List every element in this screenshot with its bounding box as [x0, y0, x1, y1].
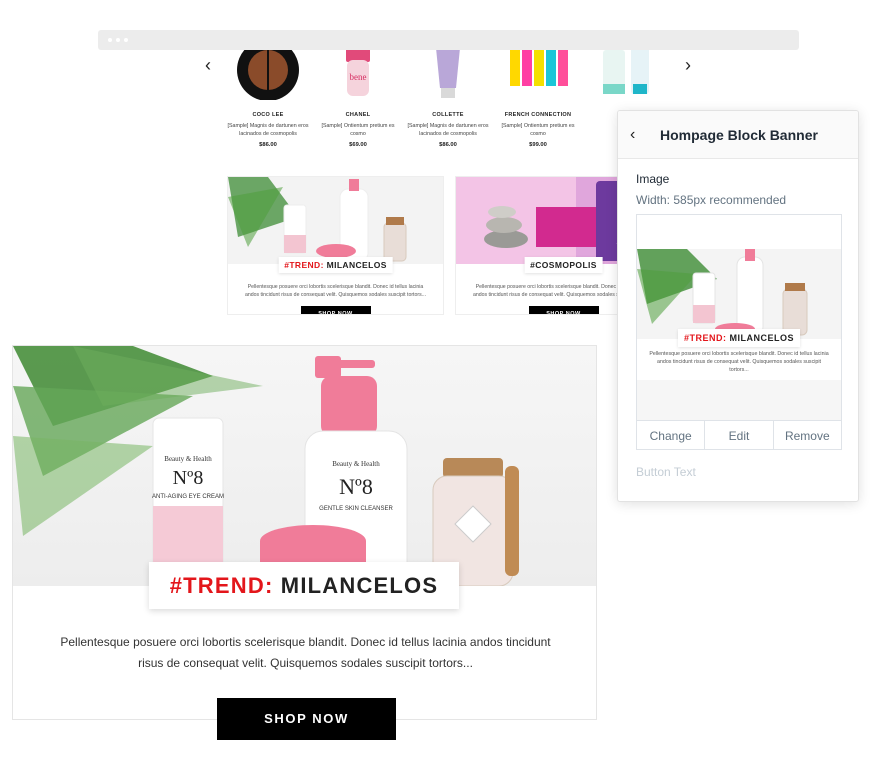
product-brand: CHANEL	[345, 112, 371, 118]
panel-title: Hompage Block Banner	[660, 127, 818, 143]
change-image-button[interactable]: Change	[637, 421, 706, 449]
back-arrow-icon[interactable]: ‹	[630, 126, 648, 144]
product-image-lip-balm	[493, 50, 583, 100]
image-actions: Change Edit Remove	[637, 420, 841, 449]
product-name-line2: lacinados de cosmopolis	[239, 131, 297, 137]
product-card[interactable]: COCO LEE [Sample] Magnis de dartunen ero…	[223, 39, 313, 148]
product-name: [Sample] Magnis de dartunen eros	[227, 123, 309, 129]
remove-image-button[interactable]: Remove	[774, 421, 841, 449]
product-image-tint: bene	[313, 46, 403, 100]
tag-hash: #TREND:	[284, 260, 324, 270]
product-card[interactable]: COLLETTE [Sample] Magnis de dartunen ero…	[403, 48, 493, 148]
shop-now-button[interactable]: SHOP NOW	[300, 306, 371, 314]
chevron-right-icon[interactable]: ›	[678, 55, 698, 75]
image-width-hint: Width: 585px recommended	[636, 193, 787, 207]
page: ‹ › COCO LEE [Sample] Magnis de dartunen…	[0, 0, 870, 769]
product-name: [Sample] Ontientum pretium es cosmo	[501, 123, 575, 137]
svg-text:bene: bene	[350, 72, 367, 82]
shop-now-button[interactable]: SHOP NOW	[528, 306, 599, 314]
product-image-bottles	[583, 46, 673, 100]
banner-tag: #COSMOPOLIS	[524, 257, 603, 273]
panel-header: ‹ Hompage Block Banner	[618, 111, 858, 159]
hero-banner-tag: #TREND: MILANCELOS	[149, 562, 459, 609]
product-price: $69.00	[349, 142, 367, 148]
product-image-compact	[223, 39, 313, 101]
tag-name: MILANCELOS	[323, 260, 387, 270]
hero-banner-description: Pellentesque posuere orci lobortis scele…	[60, 635, 551, 670]
product-name-line2: lacinados de cosmopolis	[419, 131, 477, 137]
small-banner-trend: #TREND: MILANCELOS Pellentesque posuere …	[227, 176, 444, 315]
product-price: $99.00	[529, 142, 547, 148]
bottle-subtitle: GENTLE SKIN CLEANSER	[319, 506, 393, 512]
product-brand: COLLETTE	[432, 112, 464, 118]
preview-image	[637, 249, 841, 339]
banner-tag: #TREND: MILANCELOS	[278, 257, 393, 273]
preview-tag: #TREND: MILANCELOS	[677, 329, 801, 347]
product-price: $86.00	[259, 142, 277, 148]
hero-banner: Beauty & Health Nº8 ANTI-AGING EYE CREAM…	[12, 345, 597, 740]
tag-name: #COSMOPOLIS	[530, 260, 597, 270]
tube-subtitle: ANTI-AGING EYE CREAM	[152, 494, 224, 500]
browser-bar	[98, 30, 799, 50]
button-text-label: Button Text	[636, 465, 696, 479]
tag-hash: #TREND:	[683, 333, 727, 343]
bottle-brand: Beauty & Health	[332, 460, 380, 468]
tag-name: MILANCELOS	[726, 333, 795, 343]
tag-name: MILANCELOS	[273, 573, 439, 598]
block-settings-panel: ‹ Hompage Block Banner Image Width: 585p…	[617, 110, 859, 502]
product-name: [Sample] Ontientum pretium es cosmo	[321, 123, 395, 137]
product-card[interactable]: FRENCH CONNECTION [Sample] Ontientum pre…	[493, 50, 583, 148]
image-preview: #TREND: MILANCELOS Pellentesque posuere …	[636, 214, 842, 450]
hero-banner-image: Beauty & Health Nº8 ANTI-AGING EYE CREAM…	[13, 346, 596, 586]
tube-number: Nº8	[173, 467, 204, 489]
tag-hash: #TREND:	[169, 573, 274, 598]
preview-footer	[637, 380, 841, 420]
bottle-number: Nº8	[339, 474, 373, 499]
product-brand: FRENCH CONNECTION	[504, 112, 572, 118]
chevron-left-icon[interactable]: ‹	[198, 55, 218, 75]
product-brand: COCO LEE	[252, 112, 284, 118]
banner-image	[228, 177, 443, 264]
edit-image-button[interactable]: Edit	[705, 421, 774, 449]
product-name: [Sample] Magnis de dartunen eros	[407, 123, 489, 129]
image-label: Image	[636, 172, 670, 186]
product-card[interactable]: bene CHANEL [Sample] Ontientum pretium e…	[313, 46, 403, 148]
shop-now-button[interactable]: SHOP NOW	[217, 698, 396, 740]
window-dots	[108, 38, 128, 42]
product-image-tube	[403, 48, 493, 100]
tube-brand: Beauty & Health	[164, 455, 212, 463]
product-price: $86.00	[439, 142, 457, 148]
preview-description: Pellentesque posuere orci lobortis scele…	[649, 351, 829, 373]
